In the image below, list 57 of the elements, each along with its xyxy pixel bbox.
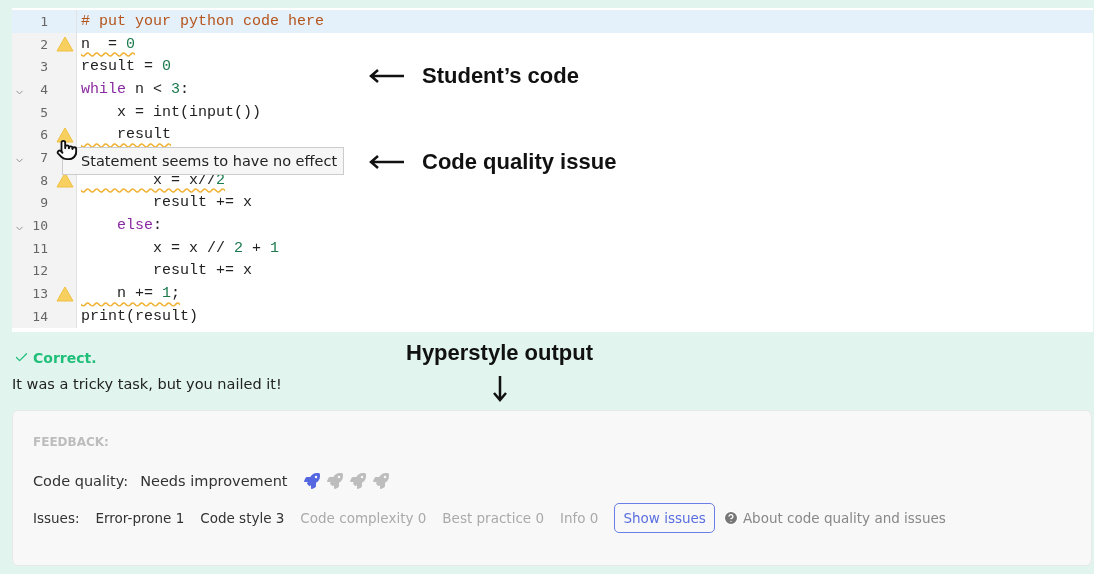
issue-count: Error-prone 1 bbox=[95, 509, 185, 526]
line-number: 10 bbox=[31, 218, 48, 234]
warning-icon bbox=[56, 36, 74, 53]
quality-label: Code quality: bbox=[33, 472, 129, 489]
help-icon bbox=[722, 509, 739, 526]
code-text: n = 0 bbox=[81, 35, 136, 53]
status-text: Correct. bbox=[33, 349, 97, 366]
line-number: 13 bbox=[31, 286, 48, 302]
annotation-label: Hyperstyle output bbox=[406, 339, 594, 366]
left-arrow-icon bbox=[368, 69, 404, 83]
code-editor[interactable] bbox=[12, 8, 1093, 332]
feedback-heading: FEEDBACK: bbox=[33, 434, 110, 449]
warning-icon bbox=[56, 172, 74, 189]
line-number: 8 bbox=[39, 172, 48, 188]
rocket-icon bbox=[349, 472, 366, 489]
warning-icon bbox=[56, 126, 74, 143]
code-text: x = x // 2 + 1 bbox=[152, 239, 280, 257]
line-number: 3 bbox=[39, 59, 48, 75]
issue-count: Best practice 0 bbox=[442, 509, 544, 526]
code-text: result bbox=[116, 126, 171, 144]
line-number: 7 bbox=[39, 149, 48, 165]
hand-cursor-icon bbox=[56, 139, 78, 161]
line-number: 2 bbox=[39, 36, 48, 52]
help-link[interactable]: About code quality and issues bbox=[722, 509, 946, 526]
line-number: 5 bbox=[39, 104, 48, 120]
line-number: 1 bbox=[39, 13, 48, 29]
warning-icon bbox=[56, 285, 74, 302]
annotation-label: Code quality issue bbox=[422, 149, 617, 175]
code-text: x = int(input()) bbox=[116, 103, 262, 121]
down-arrow-icon bbox=[492, 375, 507, 402]
issue-count: Info 0 bbox=[560, 509, 599, 526]
code-text: print(result) bbox=[81, 307, 199, 325]
code-text: result = 0 bbox=[81, 58, 172, 76]
rocket-icon bbox=[326, 472, 343, 489]
code-text: result += x bbox=[152, 194, 253, 212]
line-number: 9 bbox=[39, 195, 48, 211]
tooltip: Statement seems to have no effect bbox=[62, 147, 345, 175]
code-text: result += x bbox=[152, 262, 253, 280]
show-issues-button[interactable]: Show issues bbox=[614, 502, 715, 533]
line-number: 14 bbox=[31, 308, 48, 324]
annotation-label: Student’s code bbox=[422, 63, 579, 89]
rocket-icon bbox=[372, 472, 389, 489]
line-number: 11 bbox=[31, 240, 48, 256]
issue-count: Code complexity 0 bbox=[300, 509, 427, 526]
result-message: It was a tricky task, but you nailed it! bbox=[12, 375, 282, 392]
line-number: 6 bbox=[39, 127, 48, 143]
code-text: # put your python code here bbox=[81, 12, 325, 30]
line-number: 4 bbox=[39, 81, 48, 97]
quality-value: Needs improvement bbox=[140, 472, 288, 489]
code-text: while n < 3: bbox=[81, 80, 190, 98]
code-text: n += 1; bbox=[116, 285, 181, 303]
issues-label: Issues: bbox=[33, 509, 80, 526]
left-arrow-icon bbox=[368, 155, 404, 169]
issue-count: Code style 3 bbox=[200, 509, 285, 526]
code-text: else: bbox=[116, 217, 163, 235]
rocket-icon bbox=[303, 472, 320, 489]
line-number: 12 bbox=[31, 263, 48, 279]
